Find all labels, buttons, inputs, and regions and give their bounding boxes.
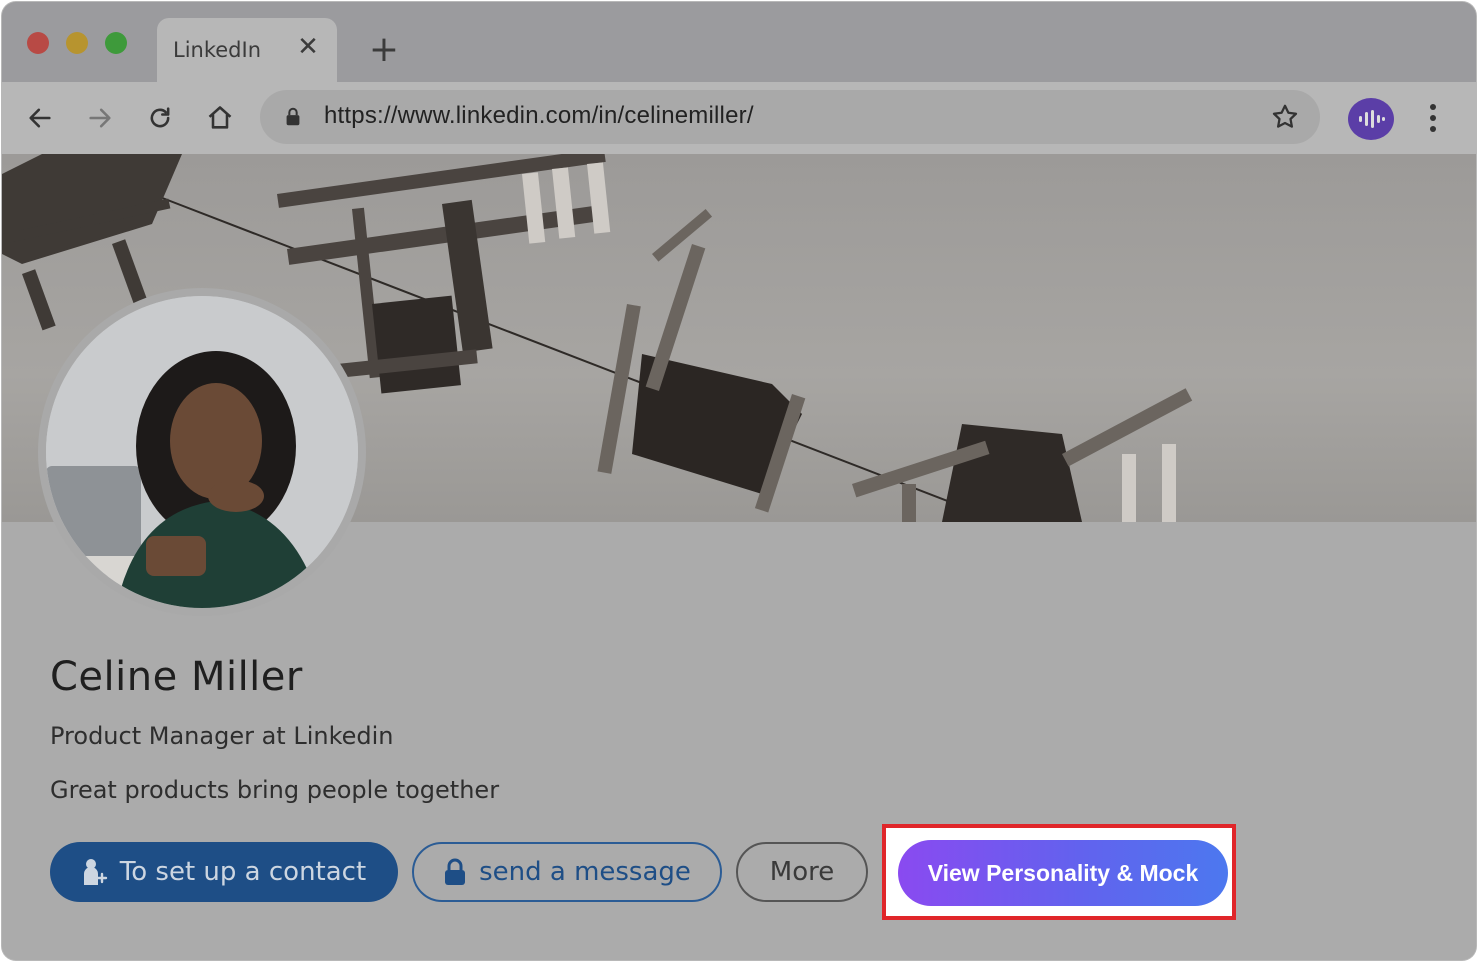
browser-toolbar: https://www.linkedin.com/in/celinemiller… — [2, 82, 1476, 154]
more-button[interactable]: More — [736, 842, 868, 902]
tab-linkedin[interactable]: LinkedIn ✕ — [157, 18, 337, 82]
reload-button[interactable] — [140, 98, 180, 138]
more-label: More — [769, 857, 835, 887]
view-personality-label: View Personality & Mock — [927, 859, 1199, 886]
profile-headline: Product Manager at Linkedin — [50, 722, 394, 750]
tab-strip: LinkedIn ✕ + — [2, 2, 1476, 82]
browser-menu-button[interactable] — [1418, 98, 1448, 138]
reload-icon — [150, 107, 170, 128]
menu-dot — [1430, 104, 1436, 110]
add-contact-button[interactable]: To set up a contact — [50, 842, 398, 902]
add-contact-label: To set up a contact — [119, 857, 367, 887]
lock-icon — [286, 107, 300, 126]
profile-tagline: Great products bring people together — [50, 776, 500, 804]
person-portrait — [46, 296, 358, 608]
forward-button[interactable] — [80, 98, 120, 138]
extension-button[interactable] — [1348, 98, 1394, 140]
view-personality-button[interactable]: View Personality & Mock — [898, 840, 1228, 906]
add-person-icon — [83, 859, 107, 885]
tab-close-icon[interactable]: ✕ — [293, 32, 323, 62]
avatar-photo — [46, 296, 358, 608]
home-icon — [208, 106, 232, 129]
send-message-button[interactable]: send a message — [412, 842, 722, 902]
arrow-right-icon — [89, 108, 111, 128]
new-tab-button[interactable]: + — [364, 30, 404, 70]
page-content: Celine Miller Product Manager at Linkedi… — [2, 154, 1476, 960]
minimize-window-button[interactable] — [66, 32, 88, 54]
bookmark-star-icon[interactable] — [1270, 102, 1300, 132]
profile-name: Celine Miller — [50, 654, 303, 700]
back-button[interactable] — [20, 98, 60, 138]
browser-window: LinkedIn ✕ + https://www.linkedin.com/in… — [2, 2, 1476, 960]
close-window-button[interactable] — [27, 32, 49, 54]
menu-dot — [1430, 126, 1436, 132]
tab-title: LinkedIn — [173, 38, 262, 62]
profile-avatar[interactable] — [38, 288, 366, 616]
maximize-window-button[interactable] — [105, 32, 127, 54]
voice-wave-icon — [1359, 110, 1385, 128]
arrow-left-icon — [29, 108, 51, 128]
address-bar[interactable]: https://www.linkedin.com/in/celinemiller… — [260, 90, 1320, 144]
url-text: https://www.linkedin.com/in/celinemiller… — [324, 102, 754, 129]
menu-dot — [1430, 115, 1436, 121]
lock-icon — [445, 858, 466, 885]
highlight-frame: View Personality & Mock — [882, 824, 1236, 920]
home-button[interactable] — [200, 98, 240, 138]
send-message-label: send a message — [479, 857, 691, 887]
